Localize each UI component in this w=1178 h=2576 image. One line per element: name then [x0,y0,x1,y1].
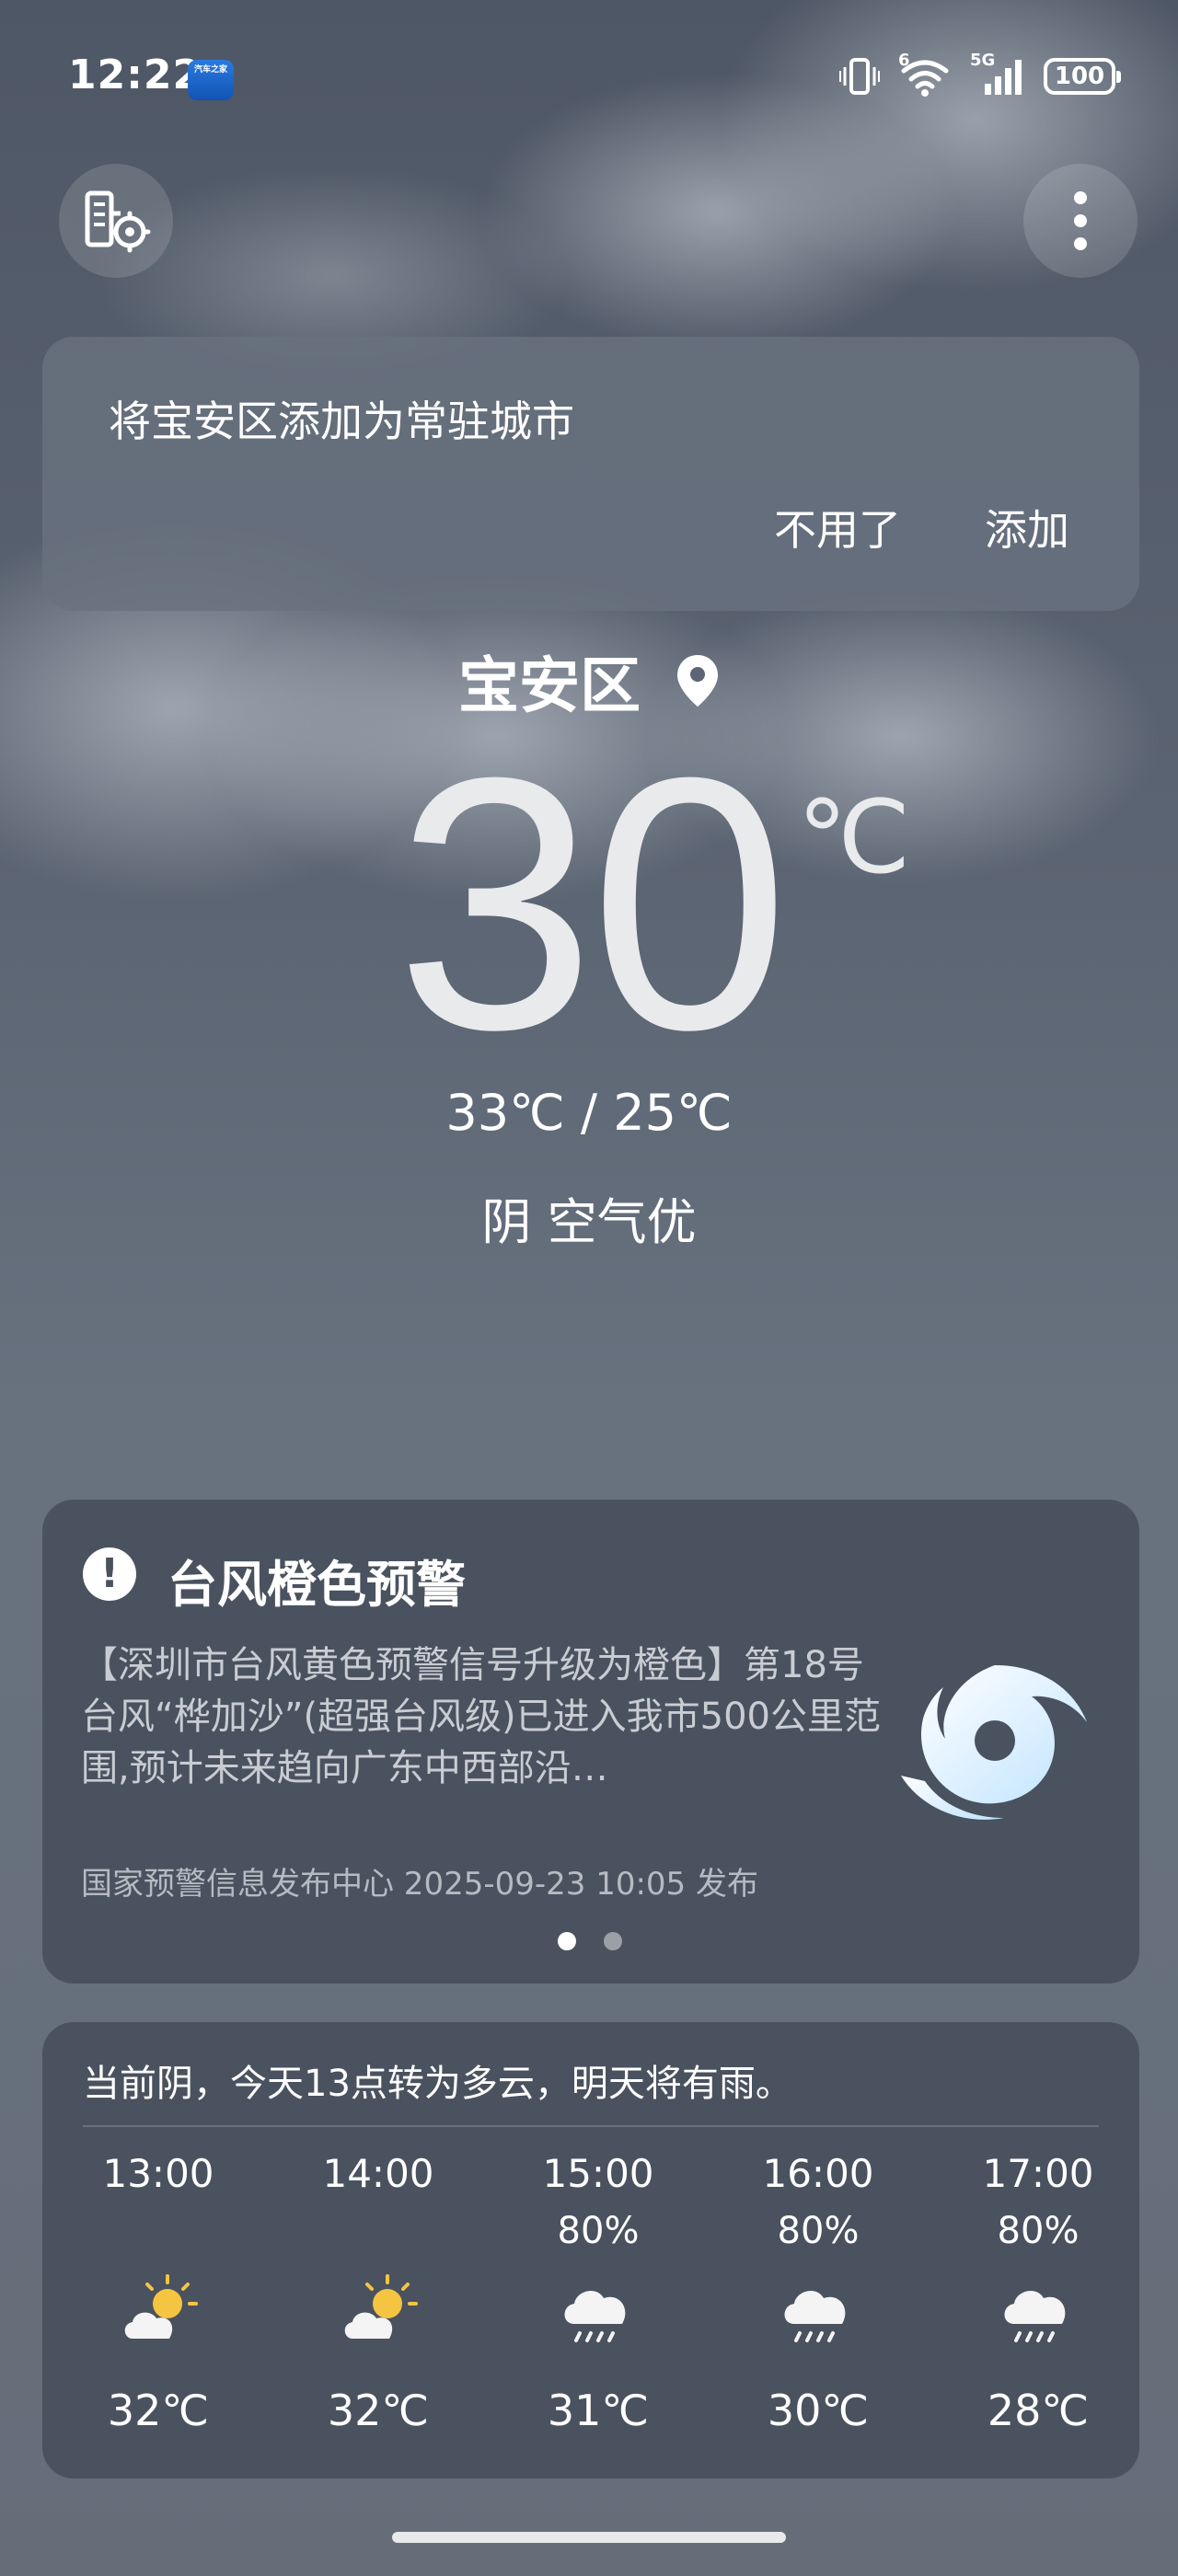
rain-icon [564,2291,626,2342]
hour-time: 15:00 [542,2151,654,2196]
partly-cloudy-icon [124,2274,198,2339]
hour-precipitation: 80% [777,2210,860,2252]
alert-body: 【深圳市台风黄色预警信号升级为橙色】第18号台风“桦加沙”(超强台风级)已进入我… [81,1644,882,1789]
network-type: 5G [970,51,996,70]
high-low-temperature: 33℃ / 25℃ [445,1084,733,1142]
hourly-item[interactable]: 14:00 32℃ [268,2151,489,2464]
city-management-button[interactable] [59,164,173,278]
weather-condition: 阴 空气优 [481,1193,697,1251]
hourly-item[interactable]: 16:00 80% 30℃ [708,2151,929,2464]
app-notification-icon: 汽车之家 [188,60,234,100]
hour-precipitation: 80% [997,2210,1080,2252]
hourly-forecast-card[interactable]: 当前阴，今天13点转为多云，明天将有雨。 13:00 32℃ 14:00 32℃… [42,2022,1139,2478]
pagination-dots[interactable] [558,1932,622,1950]
temperature-unit: ℃ [797,778,911,896]
pagination-dot-active[interactable] [558,1932,576,1950]
pagination-dot[interactable] [604,1932,622,1950]
warning-icon: ! [83,1547,136,1601]
status-bar: 12:22 汽车之家 6 5G 100 [0,0,1178,156]
hour-temperature: 32℃ [107,2386,210,2435]
hour-time: 13:00 [102,2151,214,2196]
hourly-item[interactable]: 15:00 80% 31℃ [488,2151,709,2464]
wifi-badge: 6 [898,51,910,70]
hourly-item[interactable]: 13:00 32℃ [48,2151,269,2464]
alert-source: 国家预警信息发布中心 2025-09-23 10:05 发布 [81,1866,758,1903]
cellular-indicator: 5G [970,51,1025,97]
hour-time: 17:00 [982,2151,1094,2196]
hour-temperature: 28℃ [987,2386,1090,2435]
forecast-summary: 当前阴，今天13点转为多云，明天将有雨。 [83,2063,792,2105]
location-pin-icon [677,655,718,707]
status-time: 12:22 [68,52,202,98]
current-temperature: 30 [396,703,790,1104]
dismiss-button[interactable]: 不用了 [774,497,901,558]
hourly-item[interactable]: 17:00 80% 28℃ [928,2151,1149,2464]
add-city-button[interactable]: 添加 [985,497,1069,558]
more-options-button[interactable] [1023,164,1138,278]
vibrate-icon [839,58,880,95]
city-settings-icon [85,190,151,253]
hour-time: 14:00 [322,2151,434,2196]
rain-icon [1004,2291,1066,2342]
home-indicator[interactable] [392,2532,786,2543]
typhoon-icon [901,1665,1087,1820]
status-icons: 6 5G 100 [839,51,1121,99]
alert-title: 台风橙色预警 [167,1556,466,1614]
hour-precipitation: 80% [557,2210,640,2252]
hour-temperature: 30℃ [767,2386,870,2435]
typhoon-alert-card[interactable]: ! 台风橙色预警 【深圳市台风黄色预警信号升级为橙色】第18号台风“桦加沙”(超… [42,1500,1139,1984]
wifi-indicator: 6 [898,51,952,97]
hour-temperature: 32℃ [327,2386,430,2435]
rain-icon [784,2291,846,2342]
banner-title: 将宝安区添加为常驻城市 [109,397,574,446]
hour-time: 16:00 [762,2151,874,2196]
divider [83,2125,1099,2127]
battery-icon: 100 [1044,58,1121,95]
add-resident-city-banner: 将宝安区添加为常驻城市 不用了 添加 [42,337,1139,611]
hour-temperature: 31℃ [547,2386,650,2435]
more-vertical-icon [1074,191,1087,250]
partly-cloudy-icon [344,2274,418,2339]
